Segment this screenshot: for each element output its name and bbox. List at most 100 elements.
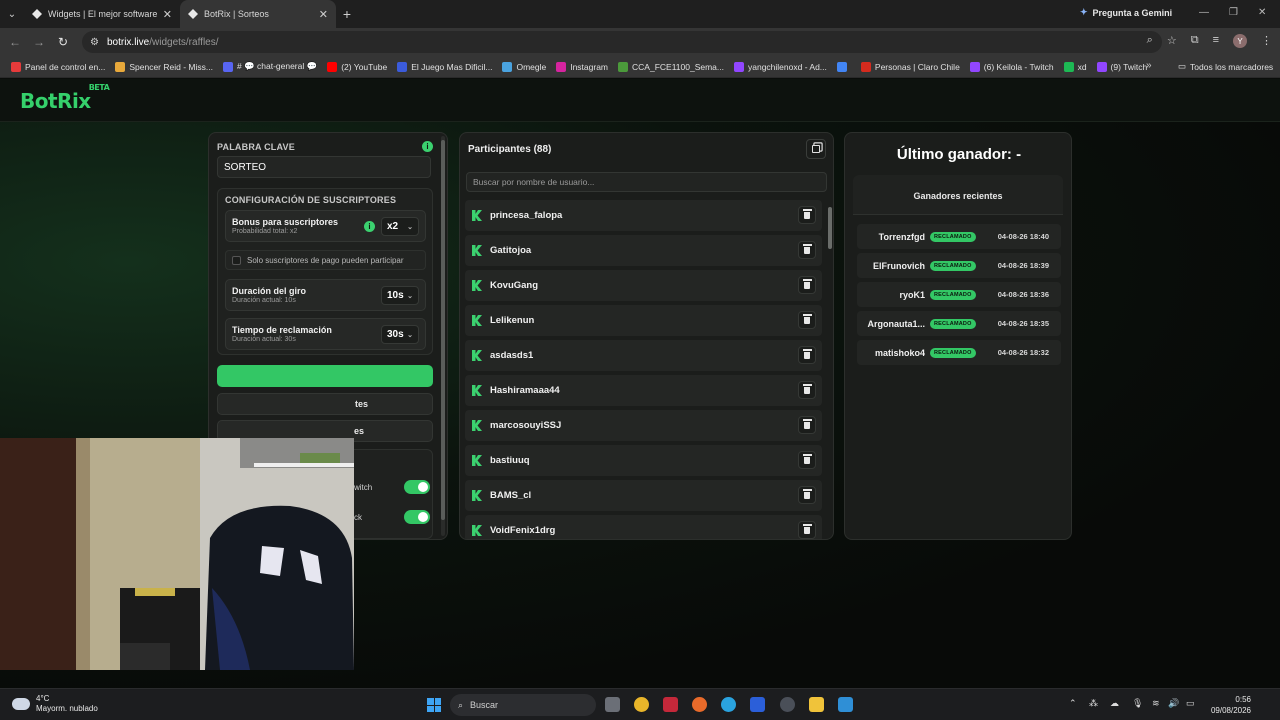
- media-controls-icon[interactable]: ≡: [1213, 34, 1219, 48]
- tray-overflow-icon[interactable]: ⌃: [1069, 698, 1077, 709]
- bookmark-item[interactable]: Spencer Reid - Miss...: [110, 61, 218, 72]
- botrix-logo[interactable]: BotRixBETA: [20, 83, 110, 113]
- winner-date: 04-08-26 18:32: [997, 348, 1049, 357]
- bookmark-item[interactable]: Panel de control en...: [6, 61, 110, 72]
- participant-search-input[interactable]: Buscar por nombre de usuario...: [466, 172, 827, 192]
- info-icon[interactable]: i: [364, 221, 375, 232]
- spin-duration-select[interactable]: 10s ⌄: [381, 286, 419, 305]
- tab-close-icon[interactable]: ✕: [319, 8, 328, 21]
- bookmark-item[interactable]: El Juego Mas Dificil...: [392, 61, 497, 72]
- bookmark-star-icon[interactable]: ☆: [1167, 34, 1177, 48]
- bonus-title: Bonus para suscriptores: [232, 217, 339, 227]
- telegram-icon[interactable]: [721, 697, 736, 712]
- remove-participant-button[interactable]: [798, 486, 816, 504]
- chevron-down-icon: ⌄: [407, 223, 413, 231]
- tab-close-icon[interactable]: ✕: [163, 8, 172, 21]
- spin-title: Duración del giro: [232, 286, 307, 296]
- bookmark-item[interactable]: Personas | Claro Chile: [856, 61, 965, 72]
- remove-participant-button[interactable]: [798, 416, 816, 434]
- participants-title: Participantes (88): [468, 144, 552, 155]
- tray-app-icon[interactable]: ⁂: [1089, 698, 1098, 709]
- bookmark-item[interactable]: CCA_FCE1100_Sema...: [613, 61, 729, 72]
- battery-icon[interactable]: ▭: [1186, 698, 1195, 709]
- keyword-input[interactable]: SORTEO: [217, 156, 431, 178]
- tab-search-chevron-icon[interactable]: ⌄: [0, 0, 24, 28]
- remove-participant-button[interactable]: [798, 521, 816, 539]
- bonus-select[interactable]: x2 ⌄: [381, 217, 419, 236]
- bookmark-item[interactable]: [832, 61, 856, 72]
- settings-scrollbar[interactable]: [441, 136, 445, 536]
- winner-row: Torrenzfgd RECLAMADO 04-08-26 18:40: [857, 224, 1061, 249]
- trash-icon: [802, 279, 812, 289]
- firefox-icon[interactable]: [692, 697, 707, 712]
- claim-time-select[interactable]: 30s ⌄: [381, 325, 419, 344]
- remove-participant-button[interactable]: [798, 241, 816, 259]
- volume-icon[interactable]: 🔊: [1168, 698, 1179, 709]
- zoom-icon[interactable]: ⌕: [1147, 34, 1153, 48]
- participant-name: Hashiramaaa44: [490, 385, 560, 396]
- weather-widget[interactable]: 4°C Mayorm. nublado: [12, 694, 98, 714]
- steam-icon[interactable]: [780, 697, 795, 712]
- chrome-icon[interactable]: [634, 697, 649, 712]
- bookmark-item[interactable]: yangchilenoxd - Ad...: [729, 61, 832, 72]
- participants-scrollbar[interactable]: [828, 199, 832, 533]
- bookmark-item[interactable]: Instagram: [551, 61, 613, 72]
- wifi-icon[interactable]: ≋: [1152, 698, 1160, 709]
- participant-name: princesa_falopa: [490, 210, 563, 221]
- minimize-icon[interactable]: —: [1199, 7, 1209, 18]
- info-icon[interactable]: i: [422, 141, 433, 152]
- trash-icon: [802, 384, 812, 394]
- back-arrow-icon[interactable]: ←: [3, 35, 27, 49]
- bookmarks-overflow-icon[interactable]: »: [1146, 60, 1152, 71]
- system-clock[interactable]: 0:56 09/08/2026: [1205, 694, 1251, 716]
- site-info-icon[interactable]: ⚙: [90, 37, 99, 48]
- remove-participant-button[interactable]: [798, 381, 816, 399]
- app-photos-icon[interactable]: [838, 697, 853, 712]
- url-bar[interactable]: ⚙ botrix.live/widgets/raffles/: [82, 31, 1162, 53]
- all-bookmarks-button[interactable]: ▭ Todos los marcadores: [1178, 61, 1273, 72]
- remove-participant-button[interactable]: [798, 276, 816, 294]
- webcam-image: [0, 438, 354, 670]
- app-red-icon[interactable]: [663, 697, 678, 712]
- bookmark-item[interactable]: Omegle: [497, 61, 551, 72]
- gemini-button[interactable]: ✦ Pregunta a Gemini: [1080, 7, 1172, 18]
- extensions-icon[interactable]: ⧉: [1191, 34, 1199, 48]
- paid-only-checkbox[interactable]: [232, 255, 241, 265]
- tab-widgets[interactable]: Widgets | El mejor software pa ✕: [24, 0, 180, 28]
- bookmark-label: # 💬 chat-general 💬: [236, 61, 318, 71]
- kick-toggle[interactable]: [404, 510, 430, 524]
- twitch-toggle[interactable]: [404, 480, 430, 494]
- menu-kebab-icon[interactable]: ⋮: [1261, 34, 1272, 48]
- participants-action-button[interactable]: tes: [217, 393, 433, 415]
- paid-only-checkbox-row[interactable]: Solo suscriptores de pago pueden partici…: [225, 250, 426, 270]
- remove-participant-button[interactable]: [798, 346, 816, 364]
- bookmark-item[interactable]: (2) YouTube: [322, 61, 392, 72]
- close-window-icon[interactable]: ✕: [1258, 7, 1266, 18]
- app-blue-icon[interactable]: [750, 697, 765, 712]
- bookmark-item[interactable]: (6) Keilola - Twitch: [965, 61, 1059, 72]
- restore-icon[interactable]: ❐: [1229, 7, 1238, 18]
- bookmark-favicon-icon: [556, 61, 567, 72]
- bookmark-item[interactable]: (9) Twitch: [1092, 61, 1153, 72]
- onedrive-icon[interactable]: ☁: [1110, 698, 1119, 709]
- tab-sorteos[interactable]: BotRix | Sorteos ✕: [180, 0, 336, 28]
- chevron-down-icon: ⌄: [407, 292, 413, 300]
- bookmark-item[interactable]: # 💬 chat-general 💬: [218, 61, 322, 72]
- remove-participant-button[interactable]: [798, 311, 816, 329]
- file-explorer-icon[interactable]: [809, 697, 824, 712]
- windows-start-icon[interactable]: [427, 698, 441, 712]
- forward-arrow-icon[interactable]: →: [27, 35, 51, 49]
- copy-list-button[interactable]: [806, 139, 826, 159]
- remove-participant-button[interactable]: [798, 206, 816, 224]
- reload-icon[interactable]: ↻: [51, 35, 75, 49]
- profile-avatar[interactable]: Y: [1233, 34, 1247, 48]
- microphone-icon[interactable]: 🎙: [1132, 698, 1143, 709]
- task-view-icon[interactable]: [605, 697, 620, 712]
- bookmark-item[interactable]: xd: [1059, 61, 1092, 72]
- scrollbar-thumb[interactable]: [828, 207, 832, 249]
- start-raffle-button[interactable]: [217, 365, 433, 387]
- taskbar-search[interactable]: ⌕ Buscar: [450, 694, 596, 716]
- new-tab-button[interactable]: +: [336, 6, 358, 22]
- remove-participant-button[interactable]: [798, 451, 816, 469]
- trash-icon: [802, 244, 812, 254]
